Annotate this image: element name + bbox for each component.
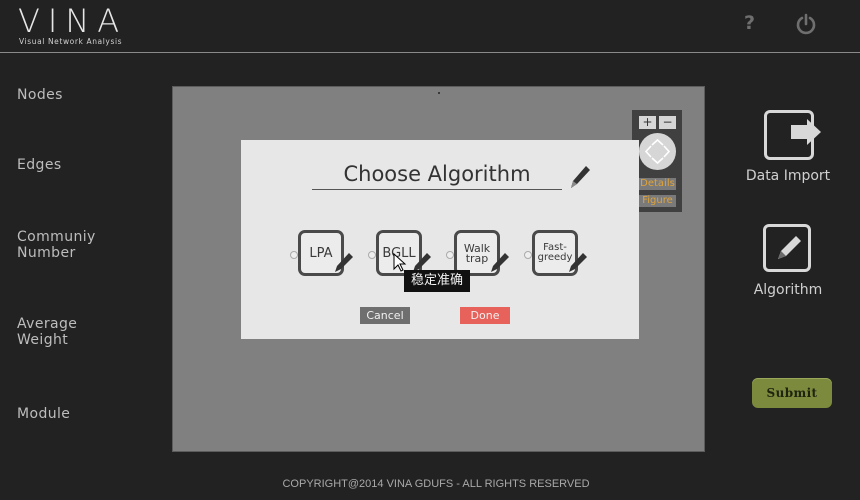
pencil-icon-walktrap	[491, 253, 509, 272]
pan-arrows-icon	[644, 138, 671, 165]
data-import-icon-box	[764, 110, 821, 160]
stat-nodes-label: Nodes	[17, 87, 63, 103]
app-logo-subtitle: Visual Network Analysis	[19, 37, 123, 46]
done-button[interactable]: Done	[460, 307, 510, 324]
stat-edges-label: Edges	[17, 157, 62, 173]
stat-average-line1: Average	[17, 316, 78, 332]
figure-link[interactable]: Figure	[639, 195, 676, 207]
cancel-button[interactable]: Cancel	[360, 307, 410, 324]
dialog-title: Choose Algorithm	[343, 162, 531, 186]
algorithm-button[interactable]	[763, 224, 811, 272]
algorithm-label[interactable]: Algorithm	[740, 282, 836, 298]
power-icon[interactable]	[795, 13, 817, 35]
header-divider	[0, 52, 860, 53]
pencil-icon	[778, 236, 801, 259]
pencil-icon-lpa	[335, 253, 353, 272]
app-logo-title: VINA	[18, 2, 128, 40]
dialog-title-underline	[312, 189, 562, 190]
radio-bgll[interactable]	[368, 251, 376, 259]
stat-community-line2: Number	[17, 245, 76, 261]
stat-average-line2: Weight	[17, 332, 69, 348]
zoom-out-button[interactable]: −	[659, 116, 676, 129]
edit-title-icon[interactable]	[568, 162, 592, 190]
pan-control[interactable]	[639, 133, 676, 170]
radio-fastgreedy[interactable]	[524, 251, 532, 259]
stat-module-label: Module	[17, 406, 71, 422]
pencil-icon-fastgreedy	[569, 253, 587, 272]
data-import-button[interactable]	[764, 110, 821, 160]
data-import-label[interactable]: Data Import	[740, 168, 836, 184]
export-arrow-icon	[791, 119, 821, 145]
radio-lpa[interactable]	[290, 251, 298, 259]
copyright-footer: COPYRIGHT@2014 VINA GDUFS - ALL RIGHTS R…	[282, 478, 590, 490]
algorithm-tooltip: 稳定准确	[404, 270, 470, 292]
stat-community-line1: Communiy	[17, 229, 96, 245]
submit-button[interactable]: Submit	[752, 378, 832, 408]
zoom-in-button[interactable]: +	[639, 116, 656, 129]
stat-community-number-label: Communiy Number	[17, 229, 96, 261]
canvas-marker	[438, 92, 440, 94]
question-icon[interactable]: ?	[744, 12, 755, 34]
stat-average-weight-label: Average Weight	[17, 316, 77, 348]
radio-walktrap[interactable]	[446, 251, 454, 259]
details-link[interactable]: Details	[639, 178, 676, 190]
algorithm-icon-box	[763, 224, 811, 272]
